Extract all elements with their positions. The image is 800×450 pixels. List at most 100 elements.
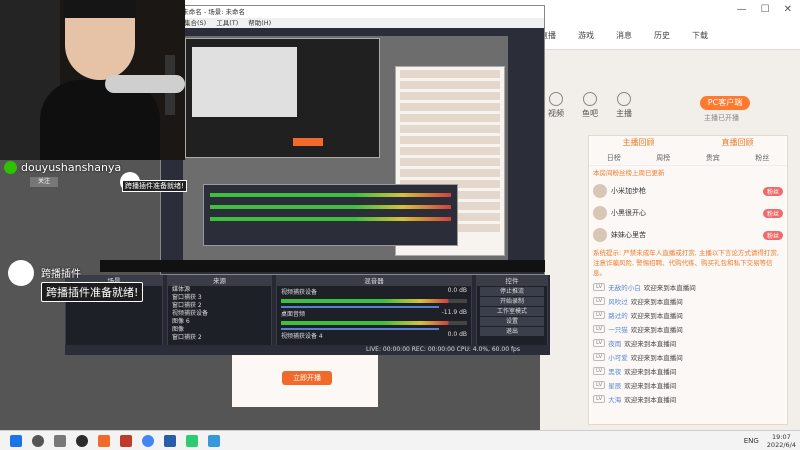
nested-start-button	[293, 138, 323, 146]
obs-icon[interactable]	[76, 434, 88, 447]
tab-anchor-review[interactable]: 主播回顾	[589, 136, 688, 150]
nav-item[interactable]: 历史	[654, 30, 670, 41]
chat-user[interactable]: 星辰	[608, 380, 621, 390]
subtab-week[interactable]: 周榜	[639, 150, 689, 165]
chat-user[interactable]: 一只猫	[608, 324, 628, 334]
chat-message: LV 小可爱 欢迎来到本直播间	[589, 350, 787, 364]
source-item[interactable]: 窗口捕获 2	[168, 302, 271, 310]
clock[interactable]: 19:07 2022/6/4	[767, 433, 796, 449]
rank-row[interactable]: 小黑很开心 粉丝	[589, 202, 787, 224]
level-badge: LV	[593, 367, 606, 375]
chat-user[interactable]: 无敌的小白	[608, 282, 641, 292]
mixer-dock: 混音器 视频捕获设备 0.0 dB 桌面音频 -11.9 dB 视频捕获设备 4…	[276, 275, 472, 355]
folder-icon[interactable]	[164, 434, 176, 447]
obs-taskbar-strip	[100, 260, 545, 272]
plugin-avatar	[8, 260, 34, 286]
menu-tools[interactable]: 工具(T)	[216, 18, 238, 28]
window-controls: — ☐ ✕	[737, 4, 792, 15]
tab-live-review[interactable]: 直播回顾	[688, 136, 787, 150]
douyu-icon[interactable]	[98, 434, 110, 447]
plugin-ready-small: 跨播插件准备就绪!	[122, 180, 187, 192]
plugin-name: 跨播插件	[41, 269, 81, 280]
search-icon[interactable]	[32, 434, 44, 447]
fan-badge: 粉丝	[762, 230, 783, 240]
windows-taskbar: ENG 19:07 2022/6/4	[0, 430, 800, 450]
avatar	[593, 206, 607, 220]
chat-text: 欢迎来到本直播间	[630, 354, 683, 362]
chat-user[interactable]: 夜雨	[608, 338, 621, 348]
subtab-fans[interactable]: 粉丝	[738, 150, 788, 165]
volume-meter	[281, 299, 467, 303]
chat-user[interactable]: 路过的	[608, 310, 628, 320]
nav-item[interactable]: 游戏	[578, 30, 594, 41]
rank-row[interactable]: 妹妹心里苦 粉丝	[589, 224, 787, 246]
stop-stream-button[interactable]: 停止推流	[480, 287, 544, 296]
settings-button[interactable]: 设置	[480, 317, 544, 326]
task-view-icon[interactable]	[54, 434, 66, 447]
obs-preview[interactable]	[183, 36, 508, 266]
chat-text: 欢迎来到本直播间	[624, 396, 677, 404]
chat-text: 欢迎来到本直播间	[643, 284, 696, 292]
anchor-link-video[interactable]: 视频	[548, 92, 564, 119]
wechat-name: douyushanshanya	[21, 161, 122, 174]
source-item[interactable]: 媒体源	[168, 286, 271, 294]
nav-item[interactable]: 消息	[616, 30, 632, 41]
mixer-row: 视频捕获设备 0.0 dB	[277, 286, 471, 308]
chat-message: LV 一只猫 欢迎来到本直播间	[589, 322, 787, 336]
user-icon	[617, 92, 631, 106]
source-item[interactable]: 图像 6	[168, 318, 271, 326]
chat-message: LV 大海 欢迎来到本直播间	[589, 392, 787, 406]
close-icon[interactable]: ✕	[784, 4, 792, 15]
wechat-task-icon[interactable]	[186, 434, 198, 447]
source-item[interactable]: 视频捕获设备	[168, 310, 271, 318]
language-indicator[interactable]: ENG	[744, 437, 759, 445]
wechat-overlay: douyushanshanya	[4, 161, 121, 174]
subtab-vip[interactable]: 贵宾	[688, 150, 738, 165]
obs-title: 文件: 未命名 - 场景: 未命名	[161, 6, 544, 18]
chat-text: 欢迎来到本直播间	[630, 298, 683, 306]
level-badge: LV	[593, 381, 606, 389]
level-badge: LV	[593, 283, 606, 291]
minimize-icon[interactable]: —	[737, 4, 747, 15]
source-item[interactable]: 窗口捕获 3	[168, 294, 271, 302]
chat-message: LV 路过的 欢迎来到本直播间	[589, 308, 787, 322]
nested-screen	[192, 47, 297, 117]
anchor-link-fishbar[interactable]: 鱼吧	[582, 92, 598, 119]
source-item[interactable]: 窗口捕获 2	[168, 334, 271, 342]
chat-text: 欢迎来到本直播间	[630, 326, 683, 334]
source-item[interactable]: 图像	[168, 326, 271, 334]
start-live-button[interactable]: 立即开播	[282, 371, 332, 385]
level-badge: LV	[593, 311, 606, 319]
video-icon	[549, 92, 563, 106]
site-nav: 直播 游戏 消息 历史 下载	[540, 30, 708, 41]
webcam-overlay	[0, 0, 185, 160]
pc-client-button[interactable]: PC客户端	[700, 96, 750, 110]
chat-user[interactable]: 大海	[608, 394, 621, 404]
chat-message: LV 夜雨 欢迎来到本直播间	[589, 336, 787, 350]
chat-text: 欢迎来到本直播间	[624, 340, 677, 348]
app-icon[interactable]	[120, 434, 132, 447]
studio-mode-button[interactable]: 工作室模式	[480, 307, 544, 316]
maximize-icon[interactable]: ☐	[761, 4, 770, 15]
chat-user[interactable]: 风吹过	[608, 296, 628, 306]
nested-mixer	[203, 184, 458, 246]
chat-user[interactable]: 小可爱	[608, 352, 628, 362]
follow-badge[interactable]: 关注	[30, 177, 58, 187]
chat-text: 欢迎来到本直播间	[624, 368, 677, 376]
start-recording-button[interactable]: 开始录制	[480, 297, 544, 306]
windows-start-icon[interactable]	[10, 434, 22, 447]
controls-header: 控件	[477, 276, 547, 286]
wechat-icon	[4, 161, 17, 174]
level-badge: LV	[593, 339, 606, 347]
level-badge: LV	[593, 297, 606, 305]
fan-badge: 粉丝	[762, 208, 783, 218]
subtab-day[interactable]: 日榜	[589, 150, 639, 165]
rank-row[interactable]: 小米加步枪 粉丝	[589, 180, 787, 202]
anchor-link-anchor[interactable]: 主播	[616, 92, 632, 119]
nav-item[interactable]: 下载	[692, 30, 708, 41]
menu-help[interactable]: 帮助(H)	[248, 18, 271, 28]
app-icon[interactable]	[208, 434, 220, 447]
exit-button[interactable]: 退出	[480, 327, 544, 336]
chat-user[interactable]: 黑夜	[608, 366, 621, 376]
chrome-icon[interactable]	[142, 434, 154, 447]
